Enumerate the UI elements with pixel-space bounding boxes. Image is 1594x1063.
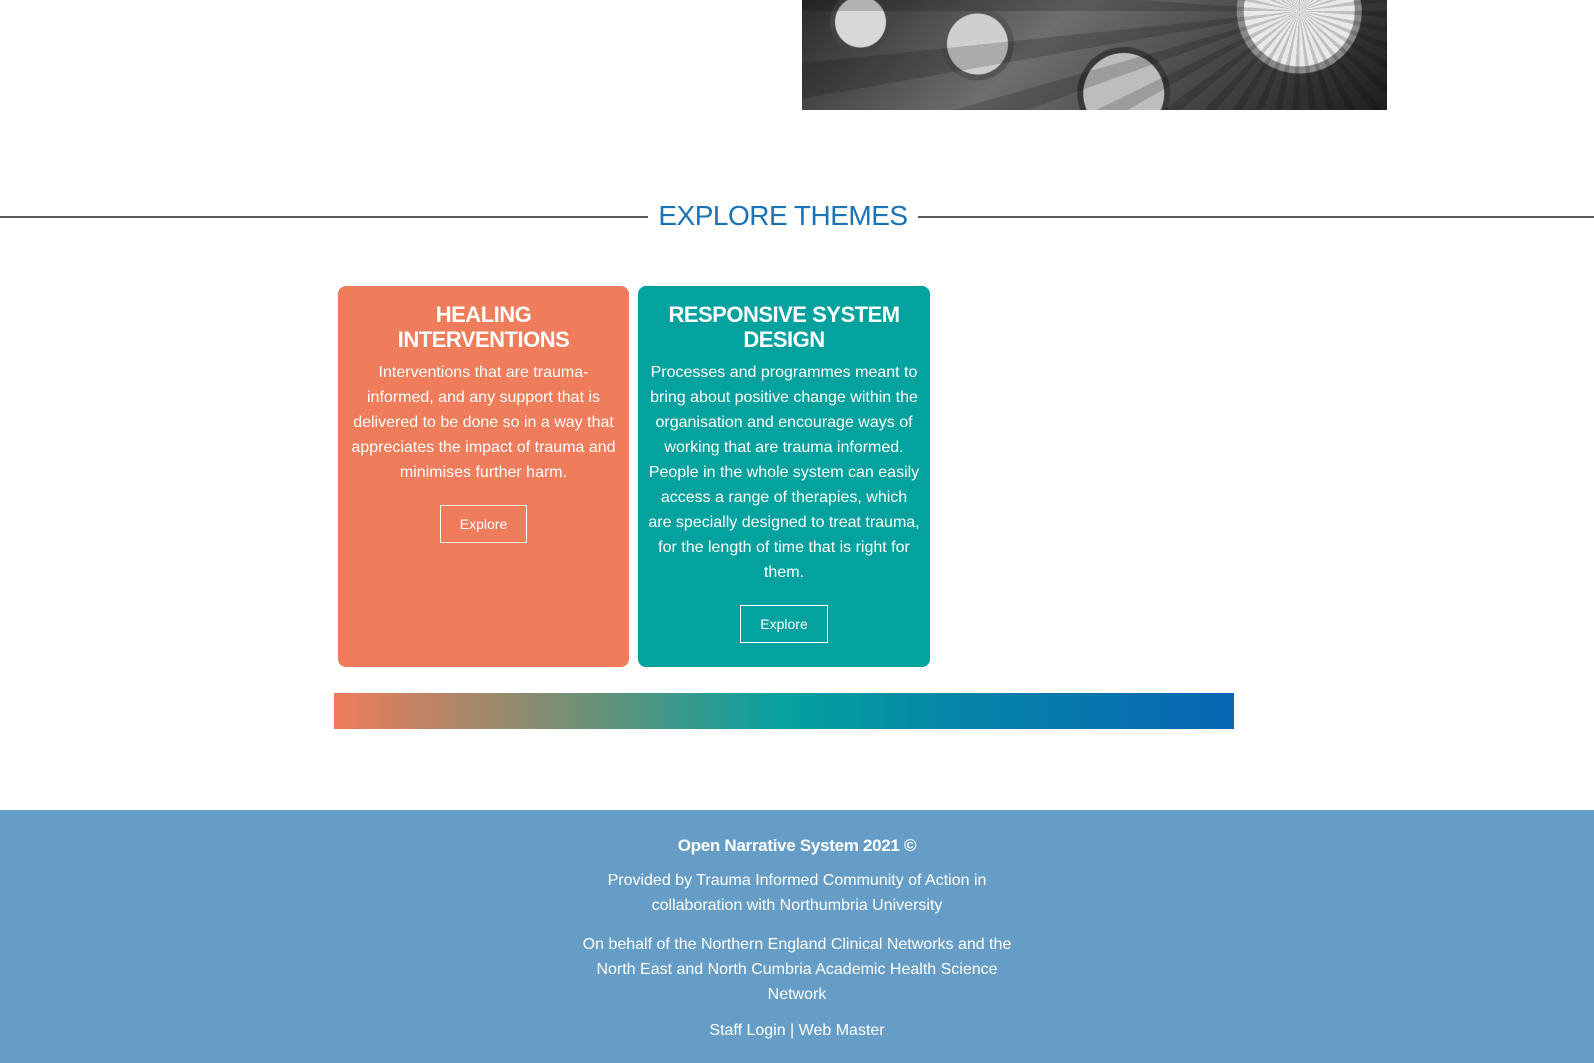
- heading-divider-right: [918, 216, 1594, 218]
- theme-card-description: Interventions that are trauma-informed, …: [351, 364, 616, 481]
- footer-on-behalf: On behalf of the Northern England Clinic…: [582, 936, 1012, 1003]
- footer-provided-by: Provided by Trauma Informed Community of…: [607, 872, 987, 914]
- footer-link-separator: |: [785, 1022, 799, 1039]
- footer-links: Staff Login | Web Master: [0, 1019, 1594, 1043]
- theme-card-description: Processes and programmes meant to bring …: [648, 364, 920, 581]
- section-title: EXPLORE THEMES: [658, 200, 908, 231]
- staff-login-link[interactable]: Staff Login: [709, 1022, 785, 1039]
- explore-responsive-button[interactable]: Explore: [740, 605, 828, 643]
- theme-card-title: RESPONSIVE SYSTEM DESIGN: [668, 302, 900, 352]
- decorative-gradient-bar: [334, 693, 1234, 729]
- gear-texture: [802, 0, 1387, 110]
- theme-card-responsive-system-design: RESPONSIVE SYSTEM DESIGN Processes and p…: [638, 286, 930, 667]
- footer-title: Open Narrative System 2021 ©: [677, 836, 917, 855]
- heading-divider-left: [0, 216, 648, 218]
- hero-gears-image: [802, 0, 1387, 110]
- theme-card-healing-interventions: HEALING INTERVENTIONS Interventions that…: [338, 286, 629, 667]
- explore-healing-button[interactable]: Explore: [439, 505, 528, 543]
- web-master-link[interactable]: Web Master: [799, 1022, 885, 1039]
- footer: Open Narrative System 2021 © Provided by…: [0, 810, 1594, 1063]
- explore-themes-heading-row: EXPLORE THEMES: [0, 196, 1594, 236]
- theme-card-title: HEALING INTERVENTIONS: [397, 302, 570, 352]
